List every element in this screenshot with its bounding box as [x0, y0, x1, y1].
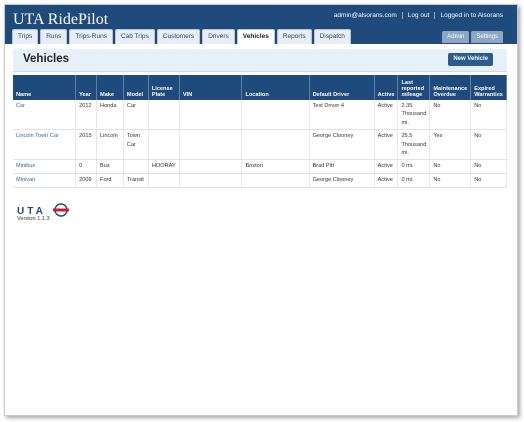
cell-plate [148, 100, 180, 131]
vehicle-link[interactable]: Minibus [16, 163, 35, 169]
cell-warranties: No [470, 129, 507, 161]
admin-tabs: Admin Settings [440, 31, 503, 43]
cell-driver: George Clooney [309, 129, 375, 161]
cell-plate: HOORAY [148, 159, 180, 175]
user-links: admin@alsorans.com Log out Logged in to … [334, 12, 503, 19]
divider [434, 12, 436, 19]
cell-active: Active [374, 173, 399, 189]
cell-active: Active [374, 100, 399, 131]
column-header[interactable]: VIN [179, 75, 243, 100]
cell-name: Minivan [13, 173, 77, 189]
tab-settings[interactable]: Settings [471, 31, 503, 43]
column-header[interactable]: Maintenance Overdue [429, 75, 472, 100]
cell-overdue: No [429, 100, 472, 131]
cell-plate [148, 129, 180, 161]
cell-vin [179, 159, 243, 175]
table-header-row: Name Year Make Model License Plate VIN L… [13, 75, 507, 100]
column-header[interactable]: Active [374, 75, 399, 100]
table-row[interactable]: Minibus 0 Bus HOORAY Boston Brad Pitt Ac… [13, 159, 507, 175]
cell-plate [148, 173, 180, 189]
cell-make: Lincoln [96, 129, 124, 161]
column-header[interactable]: Location [241, 75, 310, 100]
version-label: Version 1.1.3 [17, 216, 50, 222]
tab-reports[interactable]: Reports [276, 29, 312, 44]
cell-model [123, 159, 149, 175]
main-nav-tabs: Trips Runs Trips-Runs Cab Trips Customer… [12, 29, 353, 44]
tab-dispatch[interactable]: Dispatch [313, 29, 351, 44]
logout-link[interactable]: Log out [408, 12, 430, 19]
tab-trips-runs[interactable]: Trips-Runs [69, 29, 113, 44]
cell-location: Boston [241, 159, 310, 175]
cell-active: Active [374, 129, 399, 161]
cell-name: Lincoln Town Car [13, 129, 77, 161]
column-header[interactable]: License Plate [148, 75, 180, 100]
cell-location [241, 129, 310, 161]
page-title-bar: Vehicles New Vehicle [13, 49, 507, 72]
cell-year: 0 [75, 159, 98, 175]
tab-admin[interactable]: Admin [442, 31, 470, 43]
user-email-link[interactable]: admin@alsorans.com [334, 12, 397, 19]
tab-trips[interactable]: Trips [12, 29, 39, 44]
cell-year: 2012 [75, 100, 98, 131]
tab-drivers[interactable]: Drivers [202, 29, 235, 44]
cell-model: Town Car [123, 129, 149, 161]
cell-driver: Test Driver 4 [309, 100, 375, 131]
cell-warranties: No [470, 173, 507, 189]
vehicle-link[interactable]: Minivan [16, 177, 35, 183]
new-vehicle-button[interactable]: New Vehicle [448, 53, 493, 66]
cell-warranties: No [470, 159, 507, 175]
vehicles-table: Name Year Make Model License Plate VIN L… [13, 75, 507, 189]
cell-vin [179, 173, 243, 189]
tab-runs[interactable]: Runs [40, 29, 68, 44]
column-header[interactable]: Default Driver [309, 75, 375, 100]
tab-vehicles[interactable]: Vehicles [236, 29, 275, 44]
table-row[interactable]: Minivan 2009 Ford Transit George Clooney… [13, 173, 507, 189]
cell-mileage: 25.5 Thousand mi. [397, 129, 431, 161]
cell-active: Active [374, 159, 399, 175]
cell-mileage: 2.35 Thousand mi. [397, 100, 431, 131]
tab-customers[interactable]: Customers [156, 29, 201, 44]
logged-in-text: Logged in to Alsorans [440, 12, 503, 19]
cell-overdue: Yes [429, 129, 472, 161]
page-title: Vehicles [23, 53, 70, 65]
column-header[interactable]: Make [96, 75, 124, 100]
browser-frame: UTA RidePilot admin@alsorans.com Log out… [4, 4, 518, 416]
cell-model: Car [123, 100, 149, 131]
cell-year: 2009 [75, 173, 98, 189]
app-title: UTA RidePilot [13, 11, 109, 28]
cell-mileage: 0 mi. [397, 173, 431, 189]
cell-location [241, 173, 310, 189]
column-header[interactable]: Year [75, 75, 98, 100]
vehicle-link[interactable]: Lincoln Town Car [16, 133, 59, 139]
cell-name: Car [13, 100, 77, 131]
cell-vin [179, 100, 243, 131]
column-header[interactable]: Model [123, 75, 149, 100]
cell-vin [179, 129, 243, 161]
column-header[interactable]: Last reported mileage [397, 75, 431, 100]
divider [401, 12, 403, 19]
table-row[interactable]: Car 2012 Honda Car Test Driver 4 Active … [13, 100, 507, 131]
cell-mileage: 0 mi. [397, 159, 431, 175]
cell-year: 2015 [75, 129, 98, 161]
cell-make: Honda [96, 100, 124, 131]
vehicle-link[interactable]: Car [16, 103, 25, 109]
cell-overdue: No [429, 173, 472, 189]
cell-overdue: No [429, 159, 472, 175]
table-row[interactable]: Lincoln Town Car 2015 Lincoln Town Car G… [13, 129, 507, 161]
cell-warranties: No [470, 100, 507, 131]
cell-model: Transit [123, 173, 149, 189]
column-header[interactable]: Name [13, 75, 77, 100]
cell-driver: Brad Pitt [309, 159, 375, 175]
app-header: UTA RidePilot admin@alsorans.com Log out… [5, 5, 517, 44]
cell-make: Bus [96, 159, 124, 175]
cell-name: Minibus [13, 159, 77, 175]
cell-driver: George Clooney [309, 173, 375, 189]
cell-make: Ford [96, 173, 124, 189]
tab-cab-trips[interactable]: Cab Trips [114, 29, 155, 44]
column-header[interactable]: Expired Warranties [470, 75, 507, 100]
cell-location [241, 100, 310, 131]
logo-bar [53, 208, 69, 212]
